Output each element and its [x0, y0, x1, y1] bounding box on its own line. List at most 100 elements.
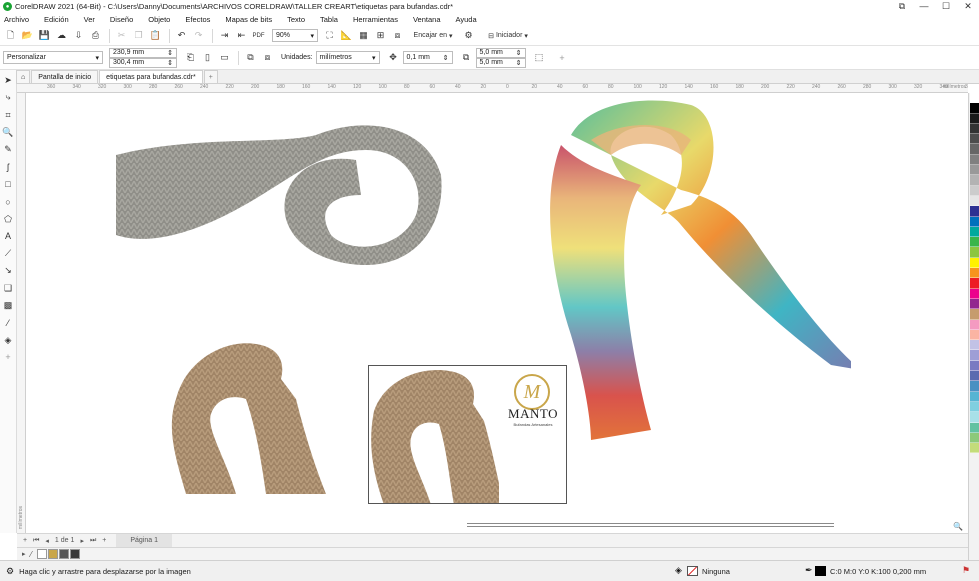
connector-tool-icon[interactable]: ↘ — [1, 262, 16, 279]
document-palette-swatch[interactable] — [69, 549, 80, 559]
text-tool-icon[interactable]: A — [1, 228, 16, 245]
add-page-end-icon[interactable]: + — [102, 537, 106, 544]
palette-swatch[interactable] — [970, 165, 979, 176]
palette-swatch[interactable] — [970, 432, 979, 444]
cloud-upload-icon[interactable]: ☁ — [54, 28, 69, 44]
palette-swatch[interactable] — [970, 257, 979, 269]
save-icon[interactable]: 💾 — [37, 28, 52, 44]
menu-texto[interactable]: Texto — [287, 15, 305, 24]
freehand-tool-icon[interactable]: ✎ — [1, 141, 16, 158]
options-gear-icon[interactable]: ⚙ — [461, 28, 476, 44]
pdf-icon[interactable]: PDF — [251, 28, 266, 44]
pick-tool-icon[interactable]: ➤ — [1, 72, 16, 89]
zoom-level-select[interactable]: 90% ▾ — [272, 29, 318, 42]
palette-swatch[interactable] — [970, 268, 979, 279]
palette-swatch[interactable] — [970, 350, 979, 361]
all-pages-icon[interactable]: ⎗ — [183, 50, 198, 66]
eyedropper-icon[interactable]: ⁄ — [31, 550, 32, 559]
palette-swatch[interactable] — [970, 216, 979, 227]
new-document-icon[interactable]: 🗋 — [3, 28, 18, 44]
first-page-icon[interactable]: ⏮ — [33, 537, 39, 545]
zoom-tool-icon[interactable]: 🔍 — [1, 124, 16, 141]
palette-swatch[interactable] — [970, 443, 979, 454]
import-icon[interactable]: ⇥ — [217, 28, 232, 44]
palette-swatch[interactable] — [970, 103, 979, 114]
drop-shadow-icon[interactable]: ❑ — [1, 280, 16, 297]
units-select[interactable]: milímetros ▾ — [315, 51, 380, 64]
grid-icon[interactable]: ▦ — [356, 28, 371, 44]
palette-swatch[interactable] — [970, 391, 979, 402]
drawing-canvas[interactable]: M MANTO Bufandas Artesanales — [26, 93, 968, 526]
palette-swatch[interactable] — [970, 401, 979, 413]
grey-scarf-image[interactable] — [116, 115, 446, 275]
document-palette-swatch[interactable] — [36, 549, 47, 559]
menu-efectos[interactable]: Efectos — [185, 15, 210, 24]
menu-mapas-de-bits[interactable]: Mapas de bits — [225, 15, 272, 24]
tab-home-screen[interactable]: Pantalla de inicio — [31, 70, 99, 83]
snap-dropdown[interactable]: Encajar en ▾ — [407, 28, 459, 44]
document-palette-swatch[interactable] — [47, 549, 58, 559]
palette-swatch[interactable] — [970, 144, 979, 155]
menu-objeto[interactable]: Objeto — [148, 15, 170, 24]
palette-expand-icon[interactable]: ▸ — [22, 550, 26, 558]
palette-swatch[interactable] — [970, 175, 979, 186]
page-preset-select[interactable]: Personalizar ▾ — [3, 51, 103, 64]
parallel-dimension-icon[interactable]: ⟋ — [1, 245, 16, 262]
palette-swatch[interactable] — [970, 154, 979, 166]
page-size-icon[interactable]: ⧉ — [243, 50, 258, 66]
rainbow-scarf-image[interactable] — [531, 95, 851, 440]
full-screen-icon[interactable]: ⛶ — [322, 28, 337, 44]
palette-swatch[interactable] — [970, 206, 979, 217]
interactive-fill-icon[interactable]: ◈ — [1, 331, 16, 348]
menu-ayuda[interactable]: Ayuda — [456, 15, 477, 24]
ellipse-tool-icon[interactable]: ○ — [1, 193, 16, 210]
minimize-button[interactable]: — — [913, 0, 935, 13]
palette-swatch[interactable] — [970, 422, 979, 433]
transparency-tool-icon[interactable]: ▩ — [1, 297, 16, 314]
palette-swatch[interactable] — [970, 113, 979, 124]
add-page-icon[interactable]: + — [23, 537, 27, 544]
palette-swatch[interactable] — [970, 340, 979, 351]
palette-swatch[interactable] — [970, 195, 979, 207]
cut-icon[interactable]: ✂ — [114, 28, 129, 44]
page-width-field[interactable]: 230,9 mm ⇕ — [109, 47, 177, 58]
prev-page-icon[interactable]: ◂ — [45, 537, 49, 545]
launch-dropdown[interactable]: ⊟ Iniciador ▾ — [478, 28, 538, 44]
menu-tabla[interactable]: Tabla — [320, 15, 338, 24]
crop-tool-icon[interactable]: ⌗ — [1, 107, 16, 124]
page-height-field[interactable]: 300,4 mm ⇕ — [109, 57, 177, 68]
add-icon[interactable]: + — [555, 50, 570, 66]
palette-swatch[interactable] — [970, 247, 979, 258]
copy-icon[interactable]: ❐ — [131, 28, 146, 44]
open-icon[interactable]: 📂 — [20, 28, 35, 44]
palette-swatch[interactable] — [970, 237, 979, 248]
palette-swatch[interactable] — [970, 226, 979, 238]
portrait-icon[interactable]: ▯ — [200, 50, 215, 66]
cloud-download-icon[interactable]: ⇩ — [71, 28, 86, 44]
menu-diseno[interactable]: Diseño — [110, 15, 133, 24]
menu-archivo[interactable]: Archivo — [4, 15, 29, 24]
polygon-tool-icon[interactable]: ⬠ — [1, 210, 16, 227]
add-tool-icon[interactable]: + — [1, 349, 16, 366]
document-palette-swatch[interactable] — [58, 549, 69, 559]
page-frame-icon[interactable]: ⬚ — [532, 50, 547, 66]
tab-document[interactable]: etiquetas para bufandas.cdr* — [99, 70, 203, 83]
alignment-guides-icon[interactable]: ⧈ — [390, 28, 405, 44]
palette-swatch[interactable] — [970, 381, 979, 392]
brown-scarf-image[interactable] — [166, 339, 331, 494]
undo-icon[interactable]: ↶ — [174, 28, 189, 44]
restore-icon[interactable]: ⧉ — [891, 0, 913, 13]
horizontal-scrollbar[interactable] — [467, 523, 834, 527]
palette-swatch[interactable] — [970, 288, 979, 299]
shape-tool-icon[interactable]: ⤷ — [1, 89, 16, 106]
palette-swatch[interactable] — [970, 278, 979, 289]
palette-swatch[interactable] — [970, 134, 979, 145]
nudge-distance-field[interactable]: 0,1 mm ⇕ — [402, 51, 453, 64]
palette-swatch[interactable] — [970, 329, 979, 341]
next-page-icon[interactable]: ▸ — [80, 537, 84, 545]
fill-icon[interactable]: ◈ — [675, 565, 682, 576]
menu-ventana[interactable]: Ventana — [413, 15, 441, 24]
new-tab-icon[interactable]: + — [203, 70, 218, 83]
menu-ver[interactable]: Ver — [84, 15, 95, 24]
artistic-media-icon[interactable]: ʃ — [1, 158, 16, 175]
